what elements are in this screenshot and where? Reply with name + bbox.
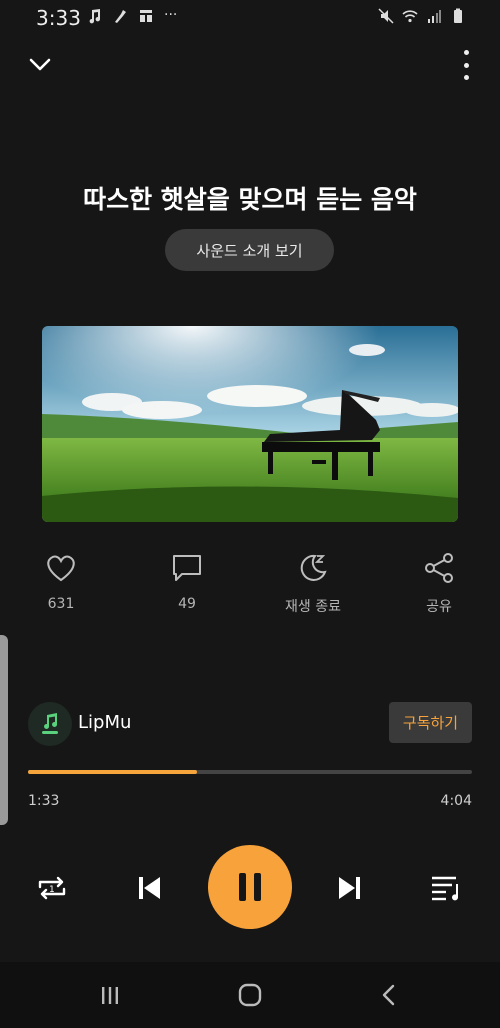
more-options-icon[interactable] xyxy=(460,50,472,80)
more-notifications-icon: ··· xyxy=(164,7,178,23)
home-icon[interactable] xyxy=(235,980,265,1010)
progress-track[interactable] xyxy=(28,770,472,774)
mute-icon xyxy=(378,8,394,24)
playlist-icon xyxy=(432,876,459,901)
skip-previous-icon xyxy=(139,877,160,899)
heart-icon[interactable] xyxy=(43,550,79,586)
progress-fill xyxy=(28,770,197,774)
channel-avatar[interactable] xyxy=(28,702,72,746)
share-label: 공유 xyxy=(426,599,452,615)
battery-icon xyxy=(454,8,462,23)
status-time: 3:33 xyxy=(36,6,81,30)
album-artwork xyxy=(42,326,458,522)
wifi-icon xyxy=(402,10,418,23)
skip-next-icon xyxy=(339,877,360,899)
side-drawer-handle[interactable] xyxy=(0,635,8,825)
status-icons-right xyxy=(378,8,466,24)
tool-icon xyxy=(115,10,126,23)
sound-intro-button[interactable]: 사운드 소개 보기 xyxy=(165,229,334,271)
system-navigation-bar xyxy=(0,962,500,1028)
like-count: 631 xyxy=(47,596,75,612)
back-icon[interactable] xyxy=(374,980,404,1010)
sleep-timer-label: 재생 종료 xyxy=(285,599,341,615)
current-time: 1:33 xyxy=(28,793,60,809)
previous-button[interactable] xyxy=(129,868,169,908)
music-note-icon xyxy=(89,9,101,24)
share-action[interactable]: 공유 xyxy=(399,550,479,616)
sleep-timer-icon[interactable] xyxy=(295,550,331,586)
repeat-icon: 1 xyxy=(38,876,66,900)
comment-action[interactable]: 49 xyxy=(147,550,227,612)
sleep-timer-action[interactable]: 재생 종료 xyxy=(273,550,353,616)
signal-icon xyxy=(428,10,441,23)
track-title: 따스한 햇살을 맞으며 듣는 음악 xyxy=(83,185,417,214)
collapse-chevron-down-icon[interactable] xyxy=(26,50,54,78)
total-time: 4:04 xyxy=(440,793,472,809)
share-icon[interactable] xyxy=(421,550,457,586)
recent-apps-icon[interactable] xyxy=(95,980,125,1010)
like-action[interactable]: 631 xyxy=(21,550,101,612)
pause-button[interactable] xyxy=(208,845,292,929)
playlist-button[interactable] xyxy=(426,868,466,908)
pause-icon xyxy=(239,873,261,901)
comment-icon[interactable] xyxy=(169,550,205,586)
subscribe-button[interactable]: 구독하기 xyxy=(389,702,472,743)
status-icons-left: ··· xyxy=(86,8,177,24)
channel-name[interactable]: LipMu xyxy=(78,712,131,733)
comment-count: 49 xyxy=(178,596,196,612)
svg-text:1: 1 xyxy=(49,885,55,895)
repeat-button[interactable]: 1 xyxy=(32,868,72,908)
channel-logo-icon xyxy=(42,713,58,734)
grid-icon xyxy=(140,10,152,22)
next-button[interactable] xyxy=(330,868,370,908)
